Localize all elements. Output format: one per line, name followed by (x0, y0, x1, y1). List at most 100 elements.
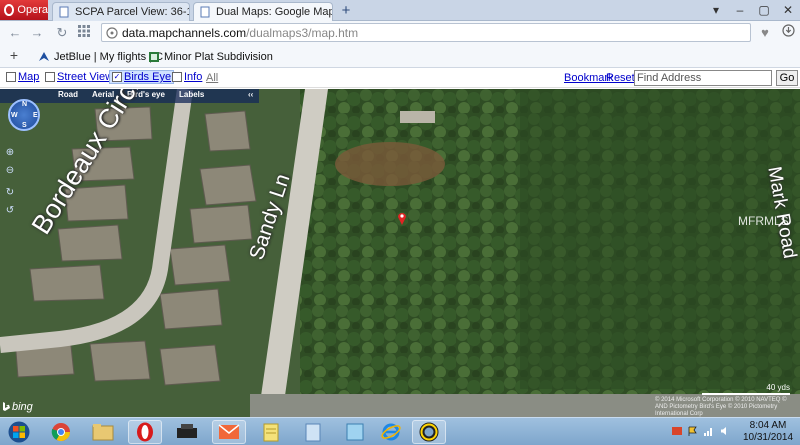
folder-icon (92, 424, 114, 441)
tab-strip: Opera SCPA Parcel View: 36-19-1 ✕ Dual M… (0, 0, 800, 21)
info-label: Info (184, 71, 203, 83)
document-favicon-icon (200, 6, 210, 18)
taskbar-mail[interactable] (212, 420, 246, 444)
tray-flag-icon[interactable] (688, 426, 698, 436)
mail-icon (218, 424, 240, 439)
taskbar-opera[interactable] (128, 420, 162, 444)
opera-logo-icon (4, 4, 15, 16)
minimize-button[interactable]: – (728, 0, 752, 20)
volume-icon[interactable] (720, 426, 730, 436)
map-scale: 40 yds (702, 383, 790, 395)
scale-bar (702, 393, 790, 395)
checkbox-checked[interactable]: ✓ (112, 72, 122, 82)
birds-eye-option[interactable]: ✓ Birds Eye (109, 70, 175, 84)
street-view-label: Street View (57, 71, 114, 83)
all-link[interactable]: All (206, 72, 218, 84)
aerial-imagery (0, 89, 800, 417)
clock-date: 10/31/2014 (742, 432, 794, 443)
compass-east: E (33, 112, 38, 119)
rotate-icon[interactable]: ↻ (4, 187, 16, 199)
url-host: data.mapchannels.com (122, 25, 247, 40)
notepad-icon (263, 423, 279, 442)
opera-icon (137, 422, 153, 442)
location-pin-icon[interactable] (397, 211, 407, 225)
checkbox[interactable] (172, 72, 182, 82)
back-arrow-icon[interactable]: ← (6, 24, 24, 41)
chrome-icon (51, 423, 70, 442)
heart-icon[interactable]: ♥ (756, 24, 774, 41)
taskbar-explorer[interactable] (86, 420, 120, 444)
internet-explorer-icon (381, 423, 401, 441)
compass-navigation-control[interactable]: N E S W (8, 99, 40, 131)
tab-dual-maps[interactable]: Dual Maps: Google Maps, B ✕ (193, 2, 333, 21)
checkbox[interactable] (45, 72, 55, 82)
reload-icon[interactable]: ↻ (53, 24, 71, 41)
find-address-input[interactable]: Find Address (634, 70, 772, 86)
taskbar-norton[interactable] (412, 420, 446, 444)
ring-app-icon (419, 422, 439, 442)
url-path: /dualmaps3/map.htm (246, 25, 359, 40)
mfrmls-watermark: MFRMLS (738, 214, 789, 228)
map-option-label: Map (18, 71, 40, 83)
address-bar[interactable]: data.mapchannels.com/dualmaps3/map.htm (101, 23, 751, 42)
bookmark-label: Minor Plat Subdivision (164, 50, 273, 63)
taskbar-chrome[interactable] (44, 420, 78, 444)
new-tab-button[interactable]: + (337, 2, 355, 20)
taskbar-notepad[interactable] (254, 420, 288, 444)
opera-menu-label: Opera (17, 4, 48, 16)
opera-menu-button[interactable]: Opera (0, 0, 48, 20)
tray-app-icon[interactable] (672, 426, 682, 436)
system-clock[interactable]: 8:04 AM 10/31/2014 (738, 420, 798, 444)
map-option[interactable]: Map (6, 71, 39, 83)
globe-icon (106, 26, 118, 39)
add-bookmark-icon[interactable]: + (5, 47, 23, 64)
tab-scpa-parcel[interactable]: SCPA Parcel View: 36-19-1 ✕ (52, 2, 190, 21)
start-button[interactable] (2, 420, 36, 444)
street-view-option[interactable]: Street View (45, 71, 113, 83)
taskbar-internet-explorer[interactable] (374, 420, 408, 444)
reset-link[interactable]: Reset (606, 72, 635, 84)
clock-time: 8:04 AM (749, 420, 787, 431)
taskbar-app-blue[interactable] (296, 420, 330, 444)
windows-taskbar: 8:04 AM 10/31/2014 (0, 417, 800, 445)
close-window-button[interactable]: ✕ (776, 0, 800, 20)
compass-north: N (22, 101, 28, 108)
bookmark-label: JetBlue | My flights | C (54, 50, 164, 63)
tab-title: Dual Maps: Google Maps, B (216, 6, 332, 18)
network-icon[interactable] (704, 426, 714, 436)
info-option[interactable]: Info (172, 71, 202, 83)
collapse-icon[interactable]: ‹‹ (248, 90, 253, 99)
labels-button[interactable]: Labels (179, 90, 204, 99)
birds-eye-label: Birds Eye (124, 71, 172, 83)
document-icon (305, 423, 321, 442)
bookmark-jetblue[interactable]: JetBlue | My flights | C (38, 49, 163, 64)
sticky-note-icon (346, 423, 364, 441)
windows-logo-icon (8, 421, 30, 443)
road-button[interactable]: Road (58, 90, 78, 99)
zoom-in-icon[interactable]: ⊕ (4, 147, 16, 159)
bing-logo: bing (2, 401, 33, 413)
tab-menu-icon[interactable]: ▾ (704, 0, 728, 20)
jetblue-icon (39, 51, 49, 61)
speed-dial-grid-icon[interactable] (75, 24, 93, 41)
maximize-button[interactable]: ▢ (752, 0, 776, 20)
go-button[interactable]: Go (776, 70, 798, 86)
taskbar-printer[interactable] (170, 420, 204, 444)
scale-label: 40 yds (766, 383, 790, 392)
document-favicon-icon (59, 6, 69, 18)
rotate-back-icon[interactable]: ↺ (4, 205, 16, 217)
bing-b-icon (3, 402, 10, 411)
bookmark-minor-plat[interactable]: Minor Plat Subdivision (148, 49, 273, 64)
checkbox[interactable] (6, 72, 16, 82)
bookmarks-bar: + JetBlue | My flights | C Minor Plat Su… (0, 44, 800, 68)
forward-arrow-icon[interactable]: → (28, 24, 46, 41)
plat-document-icon (149, 51, 159, 62)
printer-icon (177, 424, 197, 438)
navigation-bar: ← → ↻ data.mapchannels.com/dualmaps3/map… (0, 21, 800, 44)
map-copyright: © 2014 Microsoft Corporation © 2010 NAVT… (655, 397, 787, 417)
taskbar-app-sticky[interactable] (338, 420, 372, 444)
download-icon[interactable] (779, 24, 797, 41)
birds-eye-map[interactable]: Road Aerial Bird's eye Labels ‹‹ N E S W… (0, 89, 800, 417)
compass-west: W (11, 112, 18, 119)
zoom-out-icon[interactable]: ⊖ (4, 165, 16, 177)
